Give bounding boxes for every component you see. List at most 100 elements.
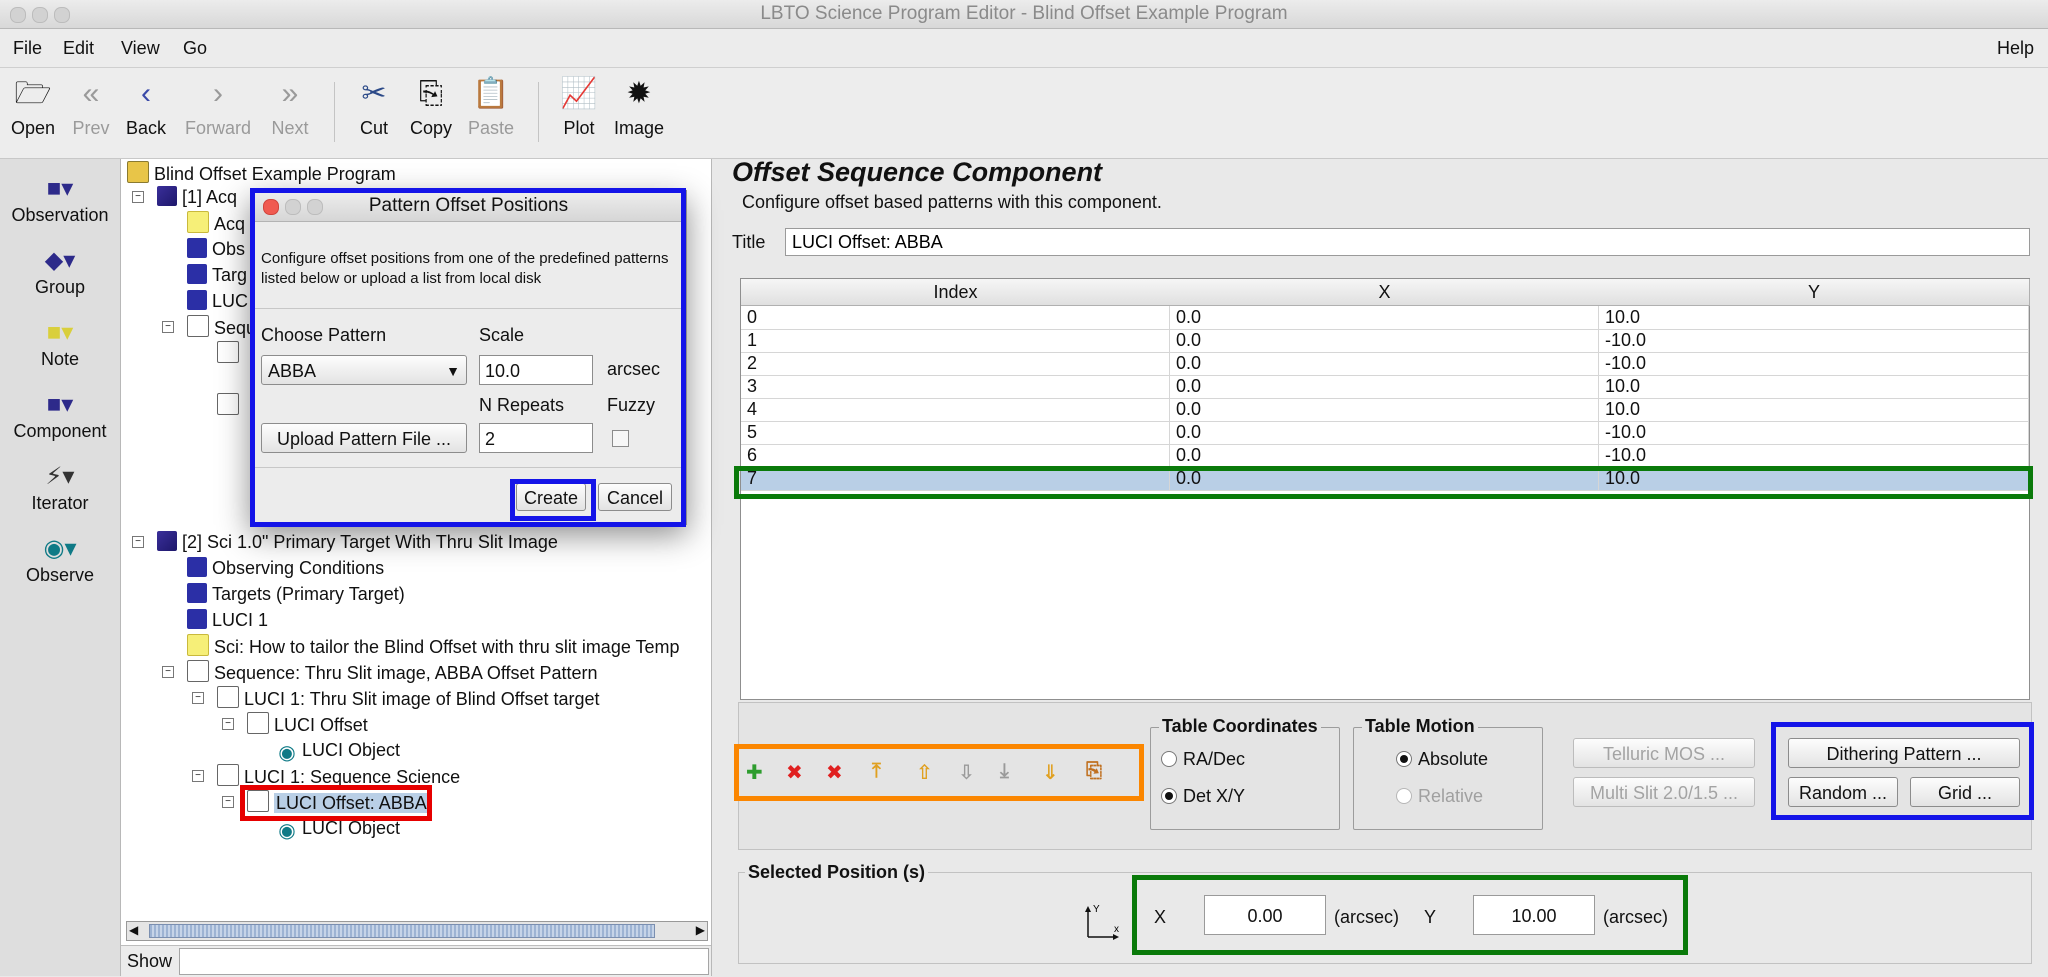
column-header-index[interactable]: Index <box>741 279 1171 306</box>
tree-node-note[interactable]: Sci: How to tailor the Blind Offset with… <box>187 634 680 658</box>
close-window-icon[interactable] <box>10 7 26 23</box>
collapse-icon[interactable]: − <box>222 796 234 808</box>
menu-go[interactable]: Go <box>183 38 207 59</box>
radio-detxy[interactable]: Det X/Y <box>1161 786 1245 807</box>
palette-iterator[interactable]: ⚡▾ Iterator <box>0 461 120 514</box>
tree-node-acq-sub1[interactable] <box>217 341 244 365</box>
tree-node-conditions[interactable]: Observing Conditions <box>187 556 384 580</box>
tree-node-acq-targ[interactable]: Targ <box>187 263 247 287</box>
tree-node-targets[interactable]: Targets (Primary Target) <box>187 582 405 606</box>
palette-component[interactable]: ■▾ Component <box>0 389 120 442</box>
palette-observe[interactable]: ◉▾ Observe <box>0 533 120 586</box>
table-row-selected[interactable]: 7 0.0 10.0 <box>741 467 2029 491</box>
tree-node-luci-offset-abba[interactable]: LUCI Offset: ABBA <box>247 790 429 814</box>
paste-button[interactable]: 📋 Paste <box>464 76 518 139</box>
scrollbar-thumb[interactable] <box>149 924 655 938</box>
table-row[interactable]: 1 0.0 -10.0 <box>741 329 2029 353</box>
next-button[interactable]: » Next <box>266 76 314 139</box>
menu-edit[interactable]: Edit <box>63 38 94 59</box>
pattern-select[interactable]: ABBA ▼ <box>261 355 467 385</box>
dialog-zoom-icon[interactable] <box>307 199 323 215</box>
paste-rows-icon[interactable]: ⎘ <box>1086 760 1102 783</box>
table-row[interactable]: 0 0.0 10.0 <box>741 306 2029 330</box>
palette-observation[interactable]: ■▾ Observation <box>0 173 120 226</box>
tree-node-thru-slit[interactable]: LUCI 1: Thru Slit image of Blind Offset … <box>217 686 600 710</box>
collapse-icon[interactable]: − <box>192 692 204 704</box>
collapse-icon[interactable]: − <box>222 718 234 730</box>
offset-table[interactable]: Index X Y 0 0.0 10.0 1 0.0 -10.0 2 0.0 -10.0 3… <box>740 278 2030 700</box>
table-row[interactable]: 6 0.0 -10.0 <box>741 444 2029 468</box>
create-button[interactable]: Create <box>516 483 586 511</box>
telluric-mos-button[interactable]: Telluric MOS ... <box>1573 738 1755 768</box>
delete-row-icon[interactable]: ✖ <box>786 760 803 785</box>
add-row-icon[interactable]: ✚ <box>746 760 763 785</box>
copy-button[interactable]: ⎘ Copy <box>406 76 456 139</box>
tree-node-luci1[interactable]: LUCI 1 <box>187 608 268 632</box>
tree-node-acq-luci[interactable]: LUC <box>187 289 248 313</box>
column-header-y[interactable]: Y <box>1599 279 2030 306</box>
table-row[interactable]: 2 0.0 -10.0 <box>741 352 2029 376</box>
tree-node-luci-object-2[interactable]: ◉ LUCI Object <box>277 816 400 841</box>
dialog-close-icon[interactable] <box>263 199 279 215</box>
tree-node-acq-sub2[interactable] <box>217 393 244 417</box>
tree-node-seq-science[interactable]: LUCI 1: Sequence Science <box>217 764 460 788</box>
table-row[interactable]: 3 0.0 10.0 <box>741 375 2029 399</box>
tree-node-luci-object[interactable]: ◉ LUCI Object <box>277 738 400 763</box>
tree-node-acq[interactable]: [1] Acq <box>157 185 237 209</box>
image-button[interactable]: ✹ Image <box>612 76 666 139</box>
radio-relative[interactable]: Relative <box>1396 786 1483 807</box>
fuzzy-checkbox[interactable] <box>612 430 629 447</box>
move-up-icon[interactable]: ⇧ <box>916 760 933 785</box>
upload-pattern-file-button[interactable]: Upload Pattern File ... <box>261 423 467 453</box>
forward-button[interactable]: › Forward <box>178 76 258 139</box>
collapse-icon[interactable]: − <box>162 666 174 678</box>
collapse-icon[interactable]: − <box>132 191 144 203</box>
show-filter-input[interactable] <box>179 948 709 975</box>
tree-node-acq-note[interactable]: Acq <box>187 211 245 235</box>
radio-absolute[interactable]: Absolute <box>1396 749 1488 770</box>
back-button[interactable]: ‹ Back <box>122 76 170 139</box>
tree-node-acq-seq[interactable]: Sequ <box>187 315 256 339</box>
tree-node-program[interactable]: Blind Offset Example Program <box>127 161 396 185</box>
scroll-left-icon[interactable]: ◀ <box>129 923 138 937</box>
move-down-icon[interactable]: ⇩ <box>958 760 975 785</box>
cancel-button[interactable]: Cancel <box>598 483 672 511</box>
move-to-end-icon[interactable]: ⇓ <box>1042 760 1059 785</box>
title-field[interactable] <box>785 228 2030 256</box>
y-position-field[interactable]: 10.00 <box>1473 895 1595 935</box>
dithering-pattern-button[interactable]: Dithering Pattern ... <box>1788 738 2020 768</box>
palette-note[interactable]: ■▾ Note <box>0 317 120 370</box>
scale-field[interactable]: 10.0 <box>479 355 593 385</box>
table-row[interactable]: 4 0.0 10.0 <box>741 398 2029 422</box>
collapse-icon[interactable]: − <box>192 770 204 782</box>
cut-button[interactable]: ✂ Cut <box>352 76 396 139</box>
tree-node-luci-offset[interactable]: LUCI Offset <box>247 712 368 736</box>
menu-file[interactable]: File <box>13 38 42 59</box>
grid-button[interactable]: Grid ... <box>1910 777 2020 807</box>
x-position-field[interactable]: 0.00 <box>1204 895 1326 935</box>
minimize-window-icon[interactable] <box>32 7 48 23</box>
dialog-minimize-icon[interactable] <box>285 199 301 215</box>
collapse-icon[interactable]: − <box>132 536 144 548</box>
tree-node-sequence[interactable]: Sequence: Thru Slit image, ABBA Offset P… <box>187 660 598 684</box>
n-repeats-field[interactable]: 2 <box>479 423 593 453</box>
delete-all-rows-icon[interactable]: ✖ <box>826 760 843 785</box>
prev-button[interactable]: «Prev <box>68 76 114 139</box>
collapse-icon[interactable]: − <box>162 321 174 333</box>
menu-view[interactable]: View <box>121 38 160 59</box>
tree-horizontal-scrollbar[interactable]: ◀ ▶ <box>126 921 708 941</box>
random-button[interactable]: Random ... <box>1788 777 1898 807</box>
menu-help[interactable]: Help <box>1997 38 2034 59</box>
zoom-window-icon[interactable] <box>54 7 70 23</box>
palette-group[interactable]: ◆▾ Group <box>0 245 120 298</box>
move-to-bottom-icon[interactable]: ⤓ <box>1000 760 1009 783</box>
open-button[interactable]: 🗁 Open <box>8 76 58 139</box>
scroll-right-icon[interactable]: ▶ <box>696 923 705 937</box>
table-row[interactable]: 5 0.0 -10.0 <box>741 421 2029 445</box>
column-header-x[interactable]: X <box>1170 279 1600 306</box>
tree-node-acq-obs[interactable]: Obs <box>187 237 245 261</box>
move-to-top-icon[interactable]: ⤒ <box>872 760 881 783</box>
plot-button[interactable]: 📈 Plot <box>558 76 600 139</box>
multi-slit-button[interactable]: Multi Slit 2.0/1.5 ... <box>1573 777 1755 807</box>
tree-node-sci[interactable]: [2] Sci 1.0" Primary Target With Thru Sl… <box>157 530 558 554</box>
